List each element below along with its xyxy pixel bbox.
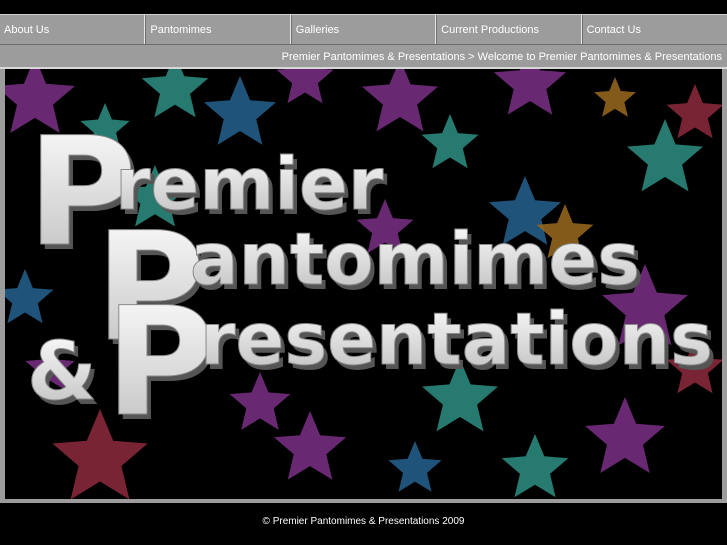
- star-decoration: [276, 69, 334, 104]
- nav-contact-us[interactable]: Contact Us: [581, 15, 727, 44]
- logo-text: P remier P antomimes & P resentations P …: [27, 106, 717, 456]
- star-decoration: [501, 434, 569, 498]
- star-decoration: [493, 69, 567, 115]
- hero-banner: P remier P antomimes & P resentations P …: [5, 69, 722, 499]
- nav-galleries[interactable]: Galleries: [290, 15, 437, 44]
- banner-artwork: P remier P antomimes & P resentations P …: [5, 69, 722, 499]
- top-black-strip: [0, 0, 727, 14]
- star-decoration: [141, 69, 209, 118]
- star-decoration: [627, 119, 703, 192]
- star-decoration: [666, 84, 722, 139]
- nav-current-productions[interactable]: Current Productions: [436, 15, 582, 44]
- star-decoration: [421, 114, 479, 169]
- star-decoration: [594, 77, 636, 117]
- logo-presentations: resentations: [200, 297, 713, 381]
- breadcrumb-separator: >: [468, 51, 475, 63]
- star-decoration: [203, 76, 277, 145]
- nav-about-us[interactable]: About Us: [0, 15, 146, 44]
- footer: © Premier Pantomimes & Presentations 200…: [0, 503, 727, 545]
- logo-pantomimes: antomimes: [190, 217, 640, 301]
- main-nav: About Us Pantomimes Galleries Current Pr…: [0, 14, 727, 45]
- star-decoration: [388, 441, 442, 492]
- footer-copyright: © Premier Pantomimes & Presentations 200…: [262, 516, 465, 527]
- nav-pantomimes[interactable]: Pantomimes: [145, 15, 291, 44]
- star-decoration: [362, 69, 438, 132]
- logo-p-3: P: [105, 276, 215, 450]
- logo-ampersand: &: [27, 325, 97, 418]
- star-decoration: [585, 397, 665, 473]
- breadcrumb-root-link[interactable]: Premier Pantomimes & Presentations: [282, 51, 465, 63]
- breadcrumb: Premier Pantomimes & Presentations > Wel…: [0, 45, 727, 69]
- breadcrumb-current: Welcome to Premier Pantomimes & Presenta…: [477, 51, 722, 63]
- banner-frame-right: [722, 69, 727, 499]
- star-decoration: [273, 411, 347, 480]
